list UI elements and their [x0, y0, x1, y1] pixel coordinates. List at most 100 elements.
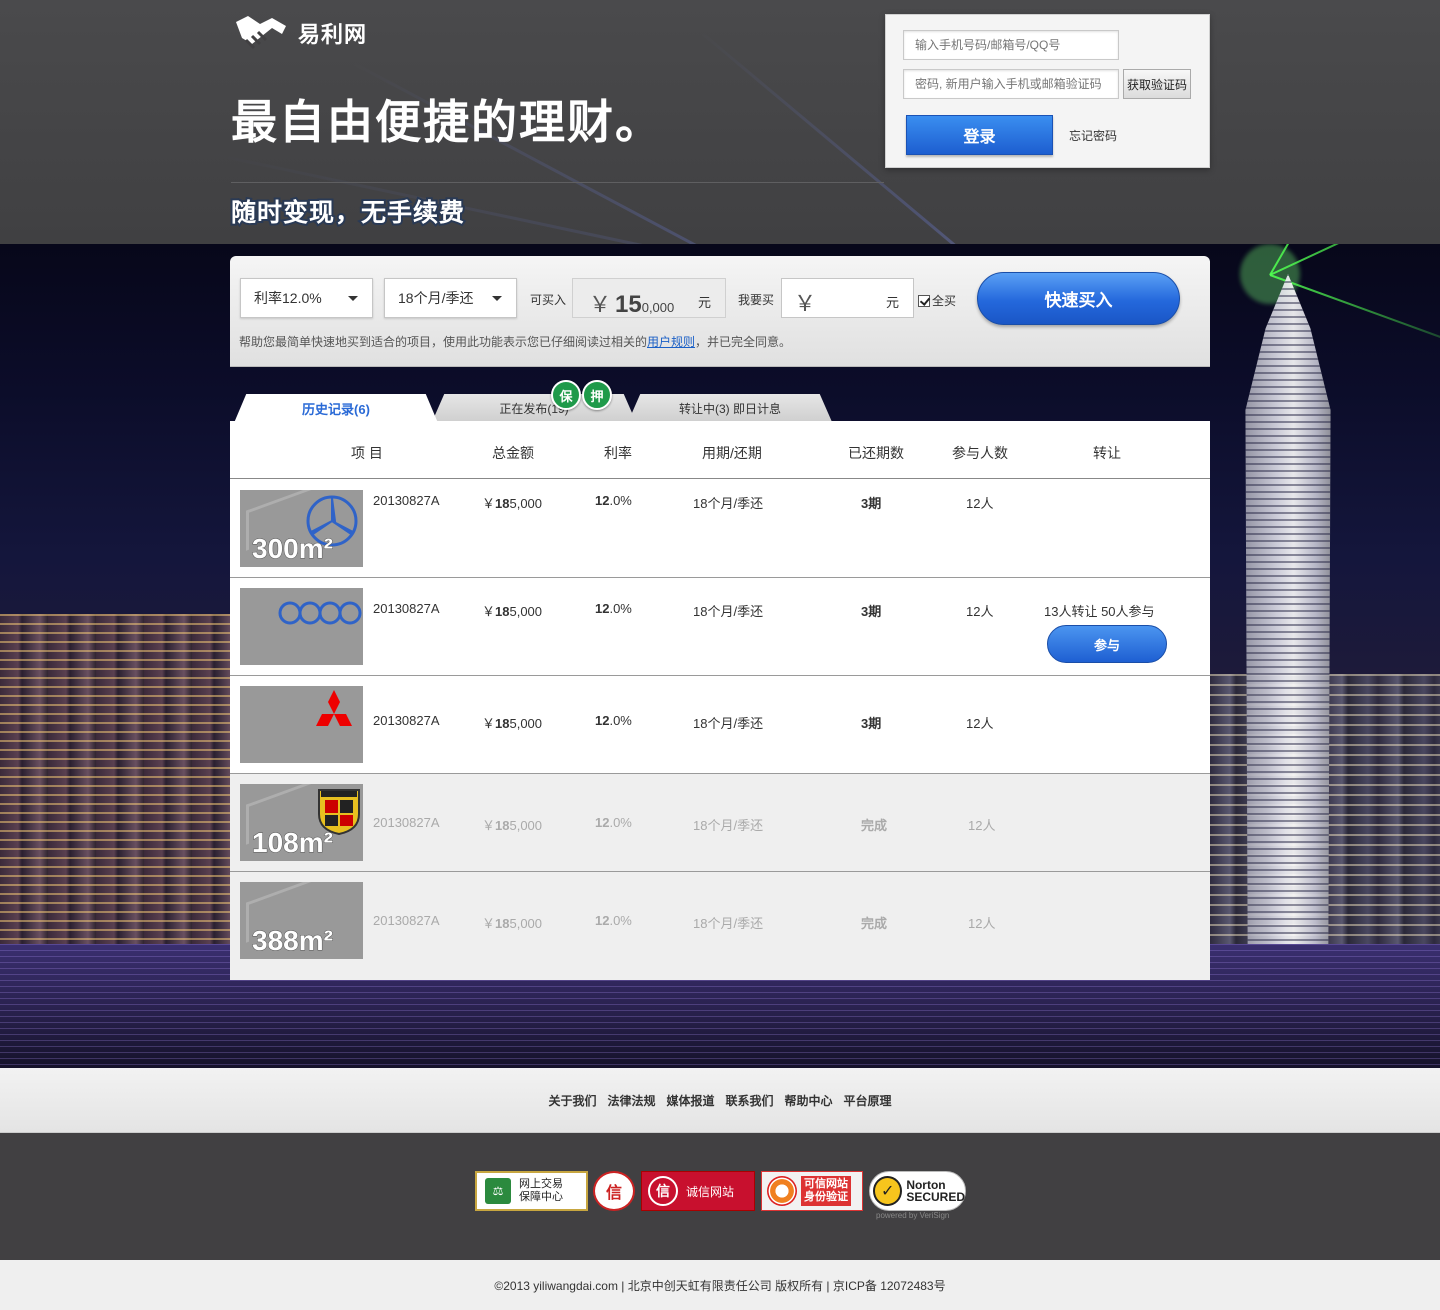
- rate-select-value: 利率12.0%: [254, 290, 322, 306]
- yen-sign: ￥: [482, 604, 496, 619]
- yen-sign: ￥: [794, 291, 817, 316]
- login-panel: 获取验证码 登录 忘记密码: [885, 14, 1210, 168]
- brand-name: 易利网: [298, 22, 368, 47]
- tab-history[interactable]: 历史记录(6): [234, 394, 438, 423]
- participant-count: 12人: [968, 818, 996, 833]
- password-input[interactable]: [903, 69, 1119, 99]
- badge-text: Norton SECURED: [906, 1178, 965, 1204]
- shield-icon: ⚖: [485, 1178, 511, 1204]
- table-row[interactable]: 388m² 20130827A ￥185,000 12.0% 18个月/季还 完…: [230, 872, 1210, 980]
- footer-link-principle[interactable]: 平台原理: [844, 1092, 892, 1109]
- username-input[interactable]: [903, 30, 1119, 60]
- yen-sign: ￥: [589, 292, 612, 317]
- footer-link-law[interactable]: 法律法规: [607, 1092, 655, 1109]
- paid-periods: 3期: [861, 604, 882, 619]
- credit-site-badge[interactable]: 信 诚信网站: [641, 1171, 755, 1211]
- project-code[interactable]: 20130827A: [373, 601, 440, 616]
- tab-transfer[interactable]: 转让中(3) 即日计息: [628, 394, 832, 422]
- total-amount: ￥185,000: [482, 601, 542, 620]
- amount-major: 18: [495, 818, 510, 833]
- currency-unit: 元: [885, 295, 899, 310]
- total-amount: ￥185,000: [482, 815, 542, 834]
- audi-logo-icon: [278, 601, 362, 625]
- participant-count: 12人: [968, 916, 996, 931]
- checkbox-checked-icon[interactable]: [918, 294, 930, 307]
- term: 18个月/季还: [693, 496, 764, 511]
- city-buildings-left: [0, 614, 240, 944]
- interest-rate: 12.0%: [595, 913, 632, 928]
- project-code[interactable]: 20130827A: [373, 713, 440, 728]
- table-row[interactable]: 20130827A ￥185,000 12.0% 18个月/季还 3期 12人 …: [230, 578, 1210, 676]
- interest-rate: 12.0%: [595, 713, 632, 728]
- currency-unit: 元: [697, 295, 711, 310]
- chevron-down-icon: [492, 296, 502, 301]
- buy-all-label: 全买: [932, 294, 957, 308]
- checkmark-icon: ✓: [873, 1176, 903, 1206]
- logo[interactable]: 易利网: [232, 12, 367, 54]
- forgot-password-link[interactable]: 忘记密码: [1069, 127, 1117, 144]
- footer-link-about[interactable]: 关于我们: [548, 1092, 596, 1109]
- yen-sign: ￥: [482, 716, 496, 731]
- trust-badges: ⚖ 网上交易 保障中心 信 信 诚信网站 可信网站 身份验证 ✓ Norton …: [0, 1133, 1440, 1260]
- area-label: 108m²: [252, 827, 334, 859]
- quick-buy-button[interactable]: 快速买入: [977, 272, 1180, 325]
- trade-security-badge[interactable]: ⚖ 网上交易 保障中心: [475, 1171, 588, 1211]
- amount-minor: 5,000: [509, 716, 543, 731]
- term: 18个月/季还: [693, 716, 764, 731]
- amount-minor: 5,000: [509, 818, 543, 833]
- transfer-info: 13人转让 50人参与: [1044, 604, 1155, 619]
- term: 18个月/季还: [693, 604, 764, 619]
- table-header: 项 目 总金额 利率 用期/还期 已还期数 参与人数 转让: [230, 421, 1210, 479]
- footer-link-media[interactable]: 媒体报道: [666, 1092, 714, 1109]
- norton-powered-text: powered by VeriSign: [876, 1211, 950, 1220]
- project-code[interactable]: 20130827A: [373, 815, 440, 830]
- rate-select[interactable]: 利率12.0%: [240, 278, 373, 318]
- yen-sign: ￥: [482, 818, 496, 833]
- footer-link-contact[interactable]: 联系我们: [726, 1092, 774, 1109]
- table-row[interactable]: 108m² 20130827A ￥185,000 12.0% 18个月/季还 完…: [230, 774, 1210, 872]
- project-code[interactable]: 20130827A: [373, 913, 440, 928]
- want-buy-label: 我要买: [738, 293, 775, 307]
- divider: [231, 182, 884, 183]
- buy-amount-input[interactable]: ￥ 元: [781, 278, 914, 318]
- col-transfer: 转让: [1093, 445, 1121, 461]
- col-rate: 利率: [604, 445, 632, 461]
- term-select[interactable]: 18个月/季还: [384, 278, 517, 318]
- user-rules-link[interactable]: 用户规则: [647, 335, 695, 349]
- project-thumbnail: [240, 686, 363, 763]
- buy-all-checkbox[interactable]: 全买: [918, 292, 956, 309]
- join-button[interactable]: 参与: [1047, 625, 1167, 663]
- available-amount-minor: 0,000: [641, 300, 675, 315]
- project-code[interactable]: 20130827A: [373, 493, 440, 508]
- login-button[interactable]: 登录: [906, 115, 1053, 155]
- interest-rate: 12.0%: [595, 601, 632, 616]
- rate-minor: .0%: [609, 713, 632, 728]
- participant-count: 12人: [966, 604, 994, 619]
- chevron-down-icon: [348, 296, 358, 301]
- col-amount: 总金额: [492, 445, 534, 461]
- get-code-button[interactable]: 获取验证码: [1123, 69, 1191, 99]
- project-table: 项 目 总金额 利率 用期/还期 已还期数 参与人数 转让 300m² 2013…: [230, 421, 1210, 980]
- table-row[interactable]: 20130827A ￥185,000 12.0% 18个月/季还 3期 12人: [230, 676, 1210, 774]
- tab-label: 转让中(3) 即日计息: [678, 401, 781, 416]
- amount-major: 18: [495, 716, 510, 731]
- project-thumbnail: 108m²: [240, 784, 363, 861]
- trust-org-badge[interactable]: 信: [593, 1171, 635, 1211]
- total-amount: ￥185,000: [482, 493, 542, 512]
- project-thumbnail: [240, 588, 363, 665]
- project-thumbnail: 388m²: [240, 882, 363, 959]
- collateral-badge: 押: [582, 380, 612, 410]
- page-slogan: 最自由便捷的理财。: [231, 96, 663, 148]
- available-label: 可买入: [530, 293, 567, 307]
- footer-link-help[interactable]: 帮助中心: [785, 1092, 833, 1109]
- credit-icon: 信: [648, 1176, 678, 1206]
- rate-minor: .0%: [609, 601, 632, 616]
- table-row[interactable]: 300m² 20130827A ￥185,000 12.0% 18个月/季还 3…: [230, 479, 1210, 578]
- amount-minor: 5,000: [509, 604, 543, 619]
- verified-site-badge[interactable]: 可信网站 身份验证: [761, 1171, 863, 1211]
- norton-badge[interactable]: ✓ Norton SECURED: [869, 1171, 966, 1211]
- amount-minor: 5,000: [509, 496, 543, 511]
- interest-rate: 12.0%: [595, 493, 632, 508]
- badge-text: 可信网站 身份验证: [801, 1176, 851, 1206]
- mitsubishi-logo-icon: [316, 690, 352, 726]
